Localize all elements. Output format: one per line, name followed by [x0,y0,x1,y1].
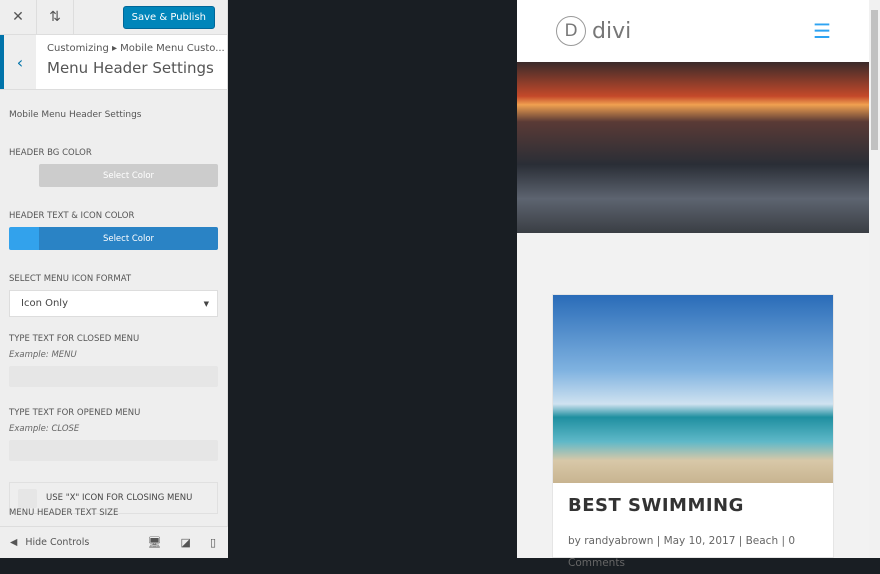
footer-bar: ◀ Hide Controls 🖥 ◪ ▯ [0,526,228,558]
post-title[interactable]: BEST SWIMMING [568,495,833,516]
desktop-preview-icon[interactable]: 🖥 [148,536,162,549]
site-header: Ddivi ☰ [517,0,869,62]
hero-image [517,62,869,233]
text-size-label: Menu Header Text Size [9,508,119,518]
closed-text-label: Type Text for Closed Menu [9,334,140,344]
customizer-panel: ✕ ⇅ Save & Publish ‹ Customizing ▸ Mobil… [0,0,228,558]
closed-text-example: Example: MENU [9,350,77,360]
page-title: Menu Header Settings [47,59,214,77]
preview-scrollbar[interactable] [869,0,880,558]
x-icon-label: USE "X" ICON FOR CLOSING MENU [46,493,193,503]
back-button[interactable]: ‹ [0,35,36,89]
section-description: Mobile Menu Header Settings [9,110,142,120]
top-bar: ✕ ⇅ Save & Publish [0,0,227,35]
menu-icon-format-select[interactable]: Icon Only ▼ [9,290,218,317]
save-publish-button[interactable]: Save & Publish [122,5,215,29]
chevron-down-icon: ▼ [203,299,209,308]
site-preview: Ddivi ☰ BEST SWIMMING by randyabrown | M… [517,0,869,569]
site-logo[interactable]: Ddivi [556,16,631,46]
close-icon[interactable]: ✕ [0,0,37,35]
post-card: BEST SWIMMING by randyabrown | May 10, 2… [552,294,834,569]
logo-mark-icon: D [556,16,586,46]
post-image[interactable] [553,295,833,483]
sort-arrows-icon[interactable]: ⇅ [37,0,74,35]
opened-text-label: Type Text for Opened Menu [9,408,141,418]
breadcrumb: Customizing ▸ Mobile Menu Custo... [47,43,225,54]
post-meta: by randyabrown | May 10, 2017 | Beach | … [568,535,796,569]
hide-controls-button[interactable]: Hide Controls [25,537,89,548]
header-bg-color-button[interactable]: Select Color [39,164,218,187]
menu-icon-format-label: Select Menu Icon Format [9,274,132,284]
section-header: ‹ Customizing ▸ Mobile Menu Custo... Men… [0,35,227,90]
mobile-preview-icon[interactable]: ▯ [210,536,216,549]
select-value: Icon Only [21,298,68,309]
tablet-preview-icon[interactable]: ◪ [181,536,191,549]
x-icon-checkbox[interactable] [18,488,37,508]
closed-text-input[interactable] [9,366,218,387]
header-bg-color-label: Header BG Color [9,148,92,158]
opened-text-example: Example: CLOSE [9,424,80,434]
opened-text-input[interactable] [9,440,218,461]
logo-text: divi [592,18,632,44]
header-text-color-button[interactable]: Select Color [9,227,218,250]
chevron-left-icon: ‹ [16,52,24,72]
hide-controls-icon[interactable]: ◀ [10,537,17,548]
header-text-color-label: Header Text & Icon Color [9,211,135,221]
scrollbar-thumb[interactable] [871,10,878,150]
hamburger-menu-icon[interactable]: ☰ [813,19,831,43]
